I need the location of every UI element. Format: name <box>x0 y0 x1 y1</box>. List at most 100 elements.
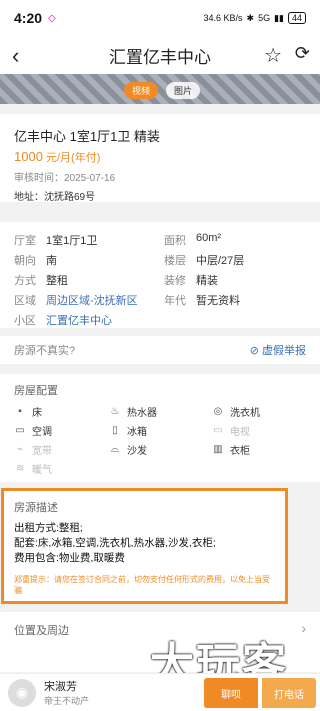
detail-value[interactable]: 周边区域-沈抚新区 <box>46 292 138 308</box>
detail-key: 区域 <box>14 295 36 307</box>
detail-value: 精装 <box>196 275 218 287</box>
facility-label: 冰箱 <box>127 427 147 438</box>
detail-key: 朝向 <box>14 255 36 267</box>
warning-tip: 郑重提示：请您在签订合同之前，切勿支付任何形式的费用，以免上当受骗 <box>14 575 270 595</box>
page-title: 汇置亿丰中心 <box>109 47 211 67</box>
back-icon[interactable]: ‹ <box>12 43 19 69</box>
listing-name: 亿丰中心 1室1厅1卫 精装 <box>14 129 160 144</box>
detail-row[interactable]: 小区 汇置亿丰中心 <box>14 312 164 328</box>
media-tabs: 视频 图片 <box>124 82 201 99</box>
facility-item: ▭ 电视 <box>212 423 307 438</box>
report-label: 虚假举报 <box>262 345 306 357</box>
chevron-right-icon: › <box>301 620 306 636</box>
sofa-icon: ⌓ <box>111 444 119 455</box>
battery: 44 <box>287 12 306 24</box>
detail-value: 1室1厅1卫 <box>46 235 98 247</box>
address-value: 沈抚路69号 <box>44 192 96 203</box>
facility-label: 空调 <box>32 427 52 438</box>
detail-key: 厅室 <box>14 235 36 247</box>
detail-row: 方式 整租 <box>14 272 164 288</box>
bluetooth-icon: ✱ <box>246 12 255 23</box>
facility-label: 衣柜 <box>230 446 250 457</box>
detail-key: 方式 <box>14 275 36 287</box>
detail-row: 楼层 中层/27层 <box>164 252 314 268</box>
detail-value: 中层/27层 <box>196 255 245 267</box>
favorite-star-icon[interactable]: ☆ <box>264 43 282 68</box>
heater-icon: ≋ <box>15 463 25 474</box>
facilities-grid: ▪ 床 ♨ 热水器 ◎ 洗衣机 ▭ 空调 ▯ 冰箱 ▭ 电视 ⌁ 宽带 ⌓ 沙发 ▥ 衣柜 ≋ 暖气 <box>14 404 306 476</box>
facility-item: ▯ 冰箱 <box>109 423 212 438</box>
description-line: 出租方式:整租; <box>14 522 83 534</box>
facility-item: ▭ 空调 <box>14 423 109 438</box>
agent-name: 宋淑芳 <box>44 681 77 693</box>
facility-label: 暖气 <box>32 465 52 476</box>
facility-label: 热水器 <box>127 408 157 419</box>
price: 1000 元/月(年付) <box>14 149 306 165</box>
detail-row: 年代 暂无资料 <box>164 292 314 308</box>
detail-value: 60m² <box>196 232 222 244</box>
detail-value: 南 <box>46 255 57 267</box>
water-heater-icon: ♨ <box>110 406 120 417</box>
detail-key: 年代 <box>164 295 186 307</box>
details-grid: 厅室 1室1厅1卫 面积 60m² 朝向南楼层 中层/27层 方式 整租 装修 精装 区域 周边区域-… <box>14 232 306 328</box>
tab-video[interactable]: 视频 <box>124 82 159 99</box>
review-date: 2025-07-16 <box>64 173 116 184</box>
net-speed: 34.6 KB/s <box>203 13 243 23</box>
detail-row: 朝向南 <box>14 252 164 268</box>
description-title: 房源描述 <box>14 502 58 514</box>
facility-label: 电视 <box>230 427 250 438</box>
detail-value[interactable]: 汇置亿丰中心 <box>46 312 112 328</box>
detail-row: 厅室 1室1厅1卫 <box>14 232 164 248</box>
status-bar: 4:20 ◇ 34.6 KB/s ✱ 5G ▮▮ 44 <box>0 0 320 36</box>
detail-row: 面积 60m² <box>164 232 314 248</box>
nav-bar: ‹ 汇置亿丰中心 ☆ ⟳ <box>0 36 320 74</box>
share-refresh-icon[interactable]: ⟳ <box>295 43 310 64</box>
report-bar: 房源不真实? ⊘ 虚假举报 <box>0 336 320 364</box>
description-section: 房源描述 出租方式:整租; 配套:床,冰箱,空调,洗衣机,热水器,沙发,衣柜; … <box>1 488 288 604</box>
facilities-title: 房屋配置 <box>14 385 58 397</box>
status-right: 34.6 KB/s ✱ 5G ▮▮ 44 <box>203 12 306 24</box>
facility-item: ♨ 热水器 <box>109 404 212 419</box>
agent-info: 宋淑芳 帝王不动产 <box>44 678 89 707</box>
notification-dot-icon: ◇ <box>48 12 56 24</box>
description-text: 出租方式:整租; 配套:床,冰箱,空调,洗衣机,热水器,沙发,衣柜; 费用包含:… <box>14 521 275 566</box>
price-unit: 元/月(年付) <box>45 152 101 164</box>
price-value: 1000 <box>14 149 43 164</box>
agent-company: 帝王不动产 <box>44 696 90 706</box>
description-line: 配套:床,冰箱,空调,洗衣机,热水器,沙发,衣柜; <box>14 537 216 549</box>
agent-avatar[interactable]: ◉ <box>8 678 36 707</box>
bottom-bar: ◉ 宋淑芳 帝王不动产 聊呗 打电话 <box>0 673 320 711</box>
facility-label: 洗衣机 <box>230 408 260 419</box>
facility-label: 床 <box>32 408 42 419</box>
detail-row[interactable]: 区域 周边区域-沈抚新区 <box>14 292 164 308</box>
detail-key: 小区 <box>14 315 36 327</box>
detail-key: 面积 <box>164 235 186 247</box>
review-label: 审核时间： <box>14 173 64 184</box>
report-button[interactable]: ⊘ 虚假举报 <box>250 342 306 358</box>
facility-item: ▥ 衣柜 <box>212 442 307 457</box>
address: 地址：沈抚路69号 <box>14 188 306 203</box>
listing-details: 厅室 1室1厅1卫 面积 60m² 朝向南楼层 中层/27层 方式 整租 装修 精装 区域 周边区域-… <box>0 222 320 328</box>
detail-value: 暂无资料 <box>196 295 240 307</box>
tab-photos[interactable]: 图片 <box>166 82 201 99</box>
detail-row: 装修 精装 <box>164 272 314 288</box>
address-label: 地址： <box>14 192 44 203</box>
detail-key: 装修 <box>164 275 186 287</box>
facility-item: ◎ 洗衣机 <box>212 404 307 419</box>
status-time: 4:20 <box>14 10 43 26</box>
fridge-icon: ▯ <box>112 425 118 436</box>
call-button[interactable]: 打电话 <box>262 678 316 708</box>
wardrobe-icon: ▥ <box>213 444 223 455</box>
air-conditioner-icon: ▭ <box>15 425 25 436</box>
detail-key: 楼层 <box>164 255 186 267</box>
signal: 5G <box>258 13 271 23</box>
report-question: 房源不真实? <box>14 345 76 357</box>
review-time: 审核时间：2025-07-16 <box>14 169 306 184</box>
description-line: 费用包含:物业费,取暖费 <box>14 552 125 564</box>
broadband-icon: ⌁ <box>16 444 24 455</box>
facilities-section: 房屋配置 ▪ 床 ♨ 热水器 ◎ 洗衣机 ▭ 空调 ▯ 冰箱 ▭ 电视 ⌁ 宽带 ⌓ 沙发 ▥ 衣柜 ≋ 暖气 <box>0 374 320 482</box>
facility-item: ⌓ 沙发 <box>109 442 212 457</box>
chat-button[interactable]: 聊呗 <box>204 678 258 708</box>
listing-summary: 亿丰中心 1室1厅1卫 精装 1000 元/月(年付) 审核时间：2025-07… <box>0 114 320 203</box>
photo-banner[interactable]: 视频 图片 <box>0 74 320 104</box>
